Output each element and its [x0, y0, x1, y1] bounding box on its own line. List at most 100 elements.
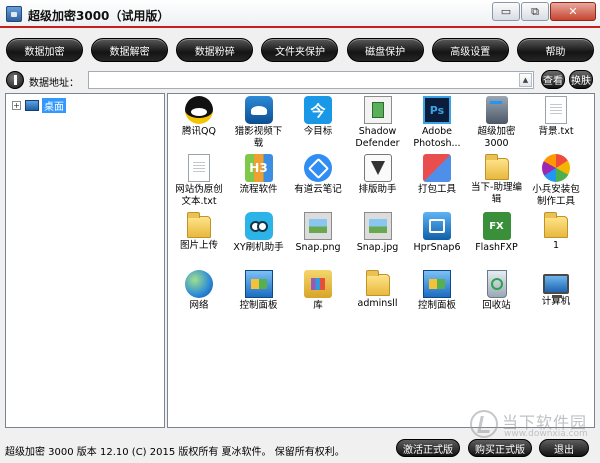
file-item-label: 控制面板 — [417, 300, 456, 311]
file-item-label: 流程软件 — [239, 184, 278, 195]
file-item-label: 当下-助理编 辑 — [471, 182, 522, 205]
title-bar: 超级加密3000（试用版） ▭ ⧉ ✕ — [0, 0, 600, 28]
file-item[interactable]: 打包工具 — [407, 154, 467, 196]
tree-expander[interactable]: + — [12, 100, 21, 110]
pen-nib-icon — [363, 154, 392, 182]
installer-maker-icon — [542, 154, 570, 182]
folder-icon — [484, 154, 509, 180]
flashfxp-icon: FX — [482, 212, 511, 240]
recycle-bin-icon — [486, 270, 507, 298]
disk-protect-button[interactable]: 磁盘保护 — [346, 38, 424, 62]
file-item[interactable]: 网络 — [169, 270, 229, 312]
photoshop-icon: Ps — [423, 96, 451, 124]
icon-glyph: FX — [489, 220, 504, 232]
icon-glyph: 今 — [310, 101, 326, 120]
exit-button[interactable]: 退出 — [539, 439, 589, 457]
file-item-label: 排版助手 — [358, 184, 397, 195]
close-button[interactable]: ✕ — [550, 2, 596, 21]
shred-data-button[interactable]: 数据粉碎 — [176, 38, 254, 62]
file-item[interactable]: 1 — [526, 212, 586, 252]
network-globe-icon — [185, 270, 213, 298]
control-panel-icon — [423, 270, 451, 298]
change-skin-button[interactable]: 换肤 — [569, 70, 593, 89]
file-item[interactable]: 计算机 — [526, 270, 586, 308]
address-bar: 数据地址： ▲ 查看 换肤 — [6, 70, 594, 90]
folder-icon — [187, 212, 211, 238]
file-item-label: 腾讯QQ — [182, 126, 216, 137]
icon-glyph: Ps — [429, 103, 445, 117]
server-icon — [485, 96, 508, 124]
file-item[interactable]: XY刷机助手 — [229, 212, 289, 254]
file-item-label: 今目标 — [303, 126, 333, 137]
file-item[interactable]: 控制面板 — [407, 270, 467, 312]
file-item[interactable]: Snap.png — [288, 212, 348, 254]
jinmubiao-icon: 今 — [304, 96, 332, 124]
tree-item-desktop[interactable]: + 桌面 — [12, 97, 66, 113]
video-download-icon — [244, 96, 273, 124]
file-item[interactable]: Snap.jpg — [348, 212, 408, 254]
minimize-button[interactable]: ▭ — [492, 2, 520, 21]
app-icon — [6, 6, 22, 22]
main-toolbar: 数据加密 数据解密 数据粉碎 文件夹保护 磁盘保护 高级设置 帮助 — [6, 38, 594, 64]
text-file-icon — [188, 154, 210, 182]
restore-button[interactable]: ⧉ — [521, 2, 549, 21]
activate-full-version-button[interactable]: 激活正式版 — [396, 439, 460, 457]
file-item-label: adminsll — [357, 298, 398, 309]
file-item[interactable]: adminsll — [348, 270, 408, 310]
file-item[interactable]: FX FlashFXP — [467, 212, 527, 254]
file-item-label: 控制面板 — [239, 300, 278, 311]
file-item-label: 超级加密 3000 — [477, 126, 516, 149]
address-label: 数据地址： — [29, 78, 79, 89]
file-item[interactable]: Ps Adobe Photosh... — [407, 96, 467, 150]
icon-glyph: H3 — [249, 161, 268, 175]
address-input[interactable] — [88, 71, 534, 89]
info-icon — [6, 71, 24, 89]
encrypt-data-button[interactable]: 数据加密 — [6, 38, 83, 62]
decrypt-data-button[interactable]: 数据解密 — [91, 38, 169, 62]
folder-protect-button[interactable]: 文件夹保护 — [261, 38, 339, 62]
file-item-label: Adobe Photosh... — [413, 126, 461, 149]
window-title: 超级加密3000（试用版） — [28, 9, 170, 23]
file-item[interactable]: 今今目标 — [288, 96, 348, 138]
file-item[interactable]: 有道云笔记 — [288, 154, 348, 196]
qq-icon — [185, 96, 213, 124]
file-item-label: 有道云笔记 — [294, 184, 342, 195]
file-item[interactable]: 网站伪原创 文本.txt — [169, 154, 229, 208]
xy-flash-icon — [244, 212, 273, 240]
image-file-icon — [304, 212, 332, 240]
image-file-icon — [363, 212, 392, 240]
computer-icon — [543, 274, 569, 298]
file-item[interactable]: 控制面板 — [229, 270, 289, 312]
file-view[interactable]: 腾讯QQ 猎影视频下 载今今目标 Shadow Defender Ps Adobe Ph… — [167, 93, 595, 428]
file-item-label: 网站伪原创 文本.txt — [175, 184, 223, 207]
file-item[interactable]: 猎影视频下 载 — [229, 96, 289, 150]
control-panel-icon — [244, 270, 273, 298]
file-item[interactable]: 腾讯QQ — [169, 96, 229, 138]
file-item[interactable]: HprSnap6 — [407, 212, 467, 254]
file-item[interactable]: H3 流程软件 — [229, 154, 289, 196]
file-item[interactable]: 排版助手 — [348, 154, 408, 196]
address-dropdown-arrow[interactable]: ▲ — [519, 73, 532, 87]
file-item[interactable]: 库 — [288, 270, 348, 312]
file-item-label: HprSnap6 — [413, 242, 461, 253]
tree-item-label: 桌面 — [42, 97, 66, 113]
view-button[interactable]: 查看 — [541, 70, 565, 89]
file-item[interactable]: 背景.txt — [526, 96, 586, 138]
advanced-settings-button[interactable]: 高级设置 — [431, 38, 509, 62]
file-item[interactable]: 回收站 — [467, 270, 527, 312]
folder-icon — [544, 212, 568, 238]
file-item[interactable]: 小兵安装包 制作工具 — [526, 154, 586, 208]
buy-full-version-button[interactable]: 购买正式版 — [468, 439, 532, 457]
file-item[interactable]: 图片上传 — [169, 212, 229, 252]
file-item[interactable]: Shadow Defender — [348, 96, 408, 150]
hypersnap-icon — [423, 212, 451, 240]
desktop-icon — [25, 99, 39, 111]
help-button[interactable]: 帮助 — [516, 38, 594, 62]
folder-icon — [365, 270, 390, 296]
file-item[interactable]: 超级加密 3000 — [467, 96, 527, 150]
file-item-label: 回收站 — [482, 300, 511, 311]
file-item-label: 库 — [313, 300, 323, 311]
copyright-text: 超级加密 3000 版本 12.10 (C) 2015 版权所有 夏冰软件。 保… — [5, 447, 345, 458]
folder-tree[interactable]: + 桌面 — [5, 93, 165, 428]
file-item[interactable]: 当下-助理编 辑 — [467, 154, 527, 206]
